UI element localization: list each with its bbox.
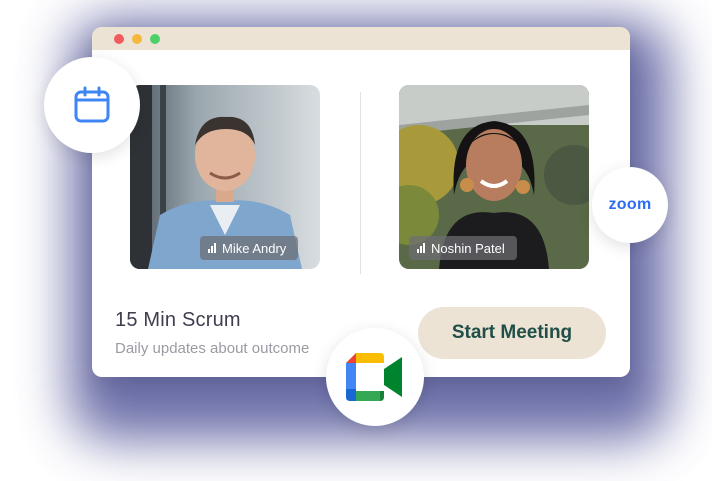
signal-bars-icon: [417, 243, 425, 253]
participant-name: Mike Andry: [222, 240, 287, 256]
meeting-window: Mike Andry Noshin Patel 15 Min Scrum Dai…: [92, 27, 630, 377]
google-meet-icon: [346, 353, 402, 401]
maximize-window-button[interactable]: [150, 34, 160, 44]
participant-name-chip: Noshin Patel: [409, 236, 517, 260]
meeting-title: 15 Min Scrum: [115, 309, 241, 331]
calendar-integration[interactable]: [44, 57, 140, 153]
tile-divider: [360, 92, 361, 274]
signal-bars-icon: [208, 243, 216, 253]
calendar-icon: [74, 86, 110, 123]
start-meeting-button[interactable]: Start Meeting: [418, 307, 606, 359]
meeting-subtitle: Daily updates about outcome: [115, 340, 310, 357]
participant-name-chip: Mike Andry: [200, 236, 299, 260]
google-meet-integration[interactable]: [326, 328, 424, 426]
zoom-logo: zoom: [608, 196, 652, 213]
close-window-button[interactable]: [114, 34, 124, 44]
participant-name: Noshin Patel: [431, 240, 505, 256]
window-titlebar: [92, 27, 630, 50]
zoom-integration[interactable]: zoom: [592, 167, 668, 243]
participant-tile-mike[interactable]: Mike Andry: [130, 85, 320, 269]
participant-tile-noshin[interactable]: Noshin Patel: [399, 85, 589, 269]
minimize-window-button[interactable]: [132, 34, 142, 44]
